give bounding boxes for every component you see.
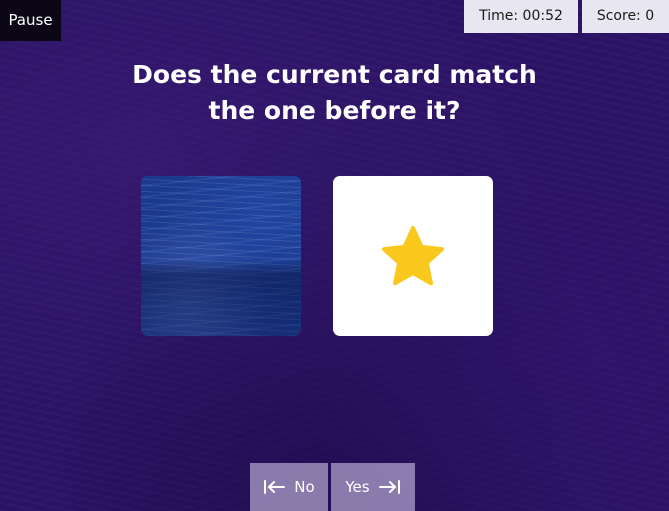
score-display: Score: 0 (582, 0, 669, 33)
question-heading: Does the current card match the one befo… (80, 57, 589, 129)
previous-card (141, 176, 301, 336)
current-card (333, 176, 493, 336)
arrow-left-to-bar-icon (264, 480, 286, 494)
yes-button[interactable]: Yes (331, 463, 415, 511)
question-line-1: Does the current card match (132, 60, 537, 89)
timer-display: Time: 00:52 (464, 0, 578, 33)
no-button-label: No (294, 478, 315, 496)
no-button[interactable]: No (250, 463, 328, 511)
arrow-right-to-bar-icon (378, 480, 400, 494)
question-line-2: the one before it? (208, 96, 461, 125)
pause-button[interactable]: Pause (0, 0, 61, 41)
yes-button-label: Yes (345, 478, 370, 496)
star-icon (382, 226, 444, 286)
